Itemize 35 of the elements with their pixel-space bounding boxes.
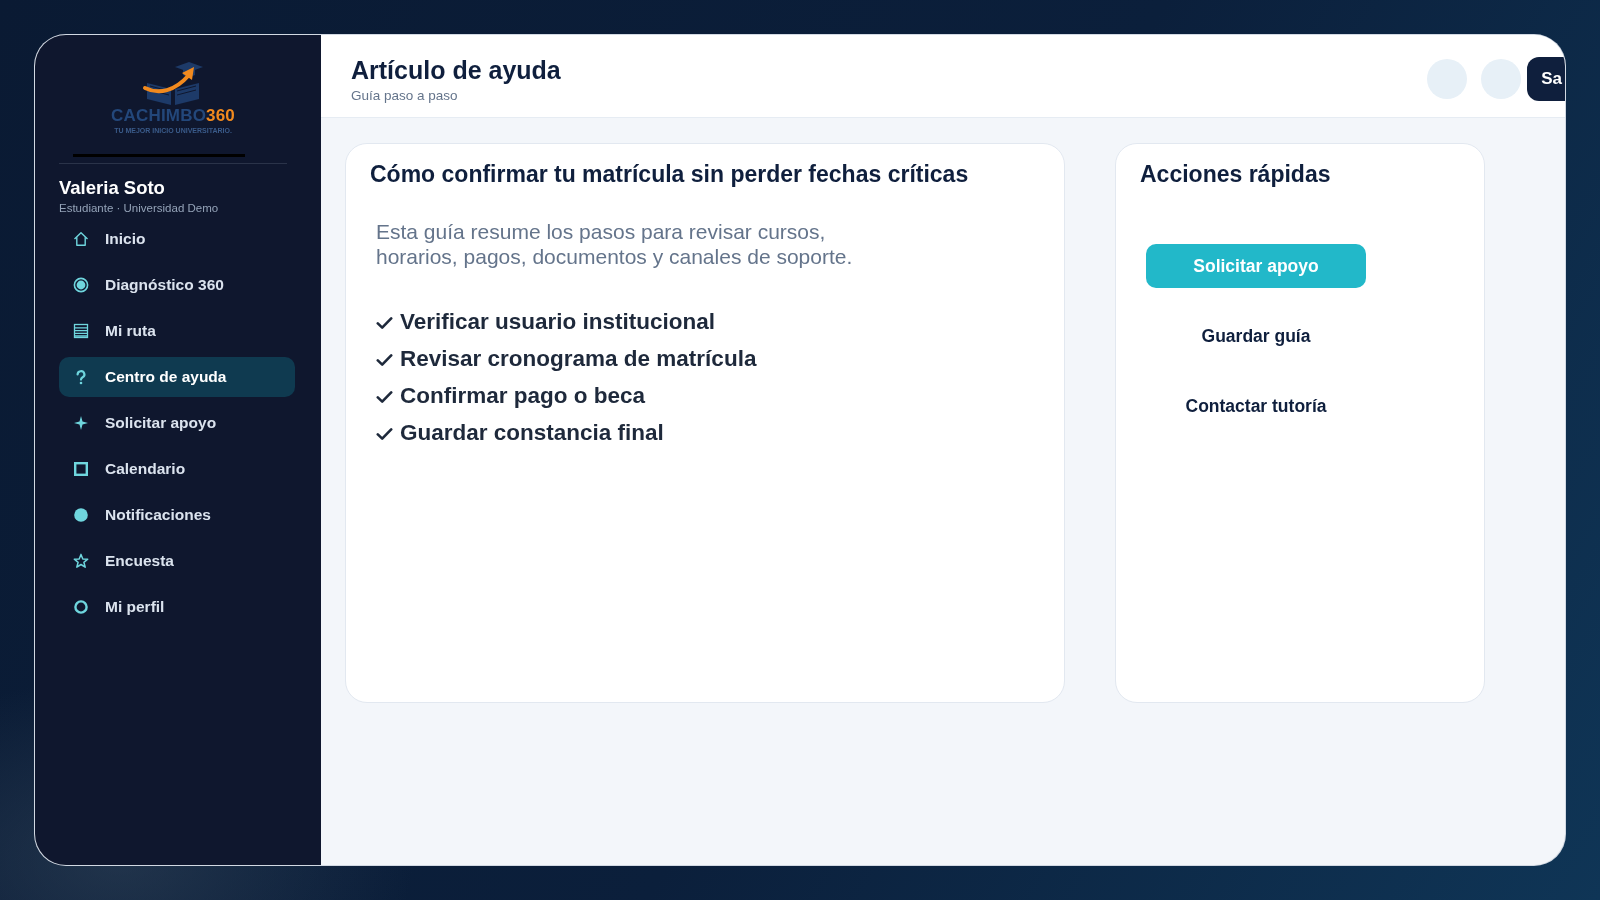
sidebar-item[interactable]: Inicio: [59, 219, 295, 259]
sidebar-item[interactable]: Encuesta: [59, 541, 295, 581]
text-action-button[interactable]: Contactar tutoría: [1185, 395, 1327, 417]
home-icon: [73, 231, 89, 247]
round-header-button[interactable]: [1427, 59, 1468, 99]
ring-icon: [73, 599, 89, 615]
intro-text: Esta guía resume los pasos para revisar cursos, horarios, pagos, documentos y canales de soporte.: [376, 219, 854, 269]
header-button[interactable]: Sa: [1527, 57, 1565, 101]
sidebar-item[interactable]: Calendario: [59, 449, 295, 489]
logo-wordmark: CACHIMBO360: [110, 107, 236, 125]
square-icon: [73, 461, 89, 477]
sidebar-item[interactable]: Notificaciones: [59, 495, 295, 535]
page-subtitle: Guía paso a paso: [351, 88, 458, 104]
book-logo-icon: [141, 61, 205, 107]
target-icon: [73, 277, 89, 293]
sidebar-item[interactable]: Solicitar apoyo: [59, 403, 295, 443]
sidebar-item[interactable]: Mi perfil: [59, 587, 295, 627]
checklist-item: Guardar constancia final: [400, 420, 664, 445]
page-title: Artículo de ayuda: [351, 56, 561, 84]
text-action-button[interactable]: Guardar guía: [1201, 325, 1311, 347]
sidebar-item[interactable]: Mi ruta: [59, 311, 295, 351]
sidebar-item[interactable]: Diagnóstico 360: [59, 265, 295, 305]
dot-icon: [73, 507, 89, 523]
checklist-item: Verificar usuario institucional: [400, 309, 716, 334]
user-name: Valeria Soto: [59, 177, 165, 199]
sidebar-item[interactable]: Centro de ayuda: [59, 357, 295, 397]
article-title: Cómo confirmar tu matrícula sin perder fechas críticas: [370, 160, 969, 188]
checklist-item: Revisar cronograma de matrícula: [400, 346, 757, 371]
sparkle-icon: [73, 415, 89, 431]
star-icon: [73, 553, 89, 569]
checklist-item: Confirmar pago o beca: [400, 383, 646, 408]
user-role: Estudiante · Universidad Demo: [59, 201, 219, 215]
round-header-button[interactable]: [1481, 59, 1522, 99]
list-icon: [73, 323, 89, 339]
quick-actions-title: Acciones rápidas: [1140, 160, 1331, 188]
